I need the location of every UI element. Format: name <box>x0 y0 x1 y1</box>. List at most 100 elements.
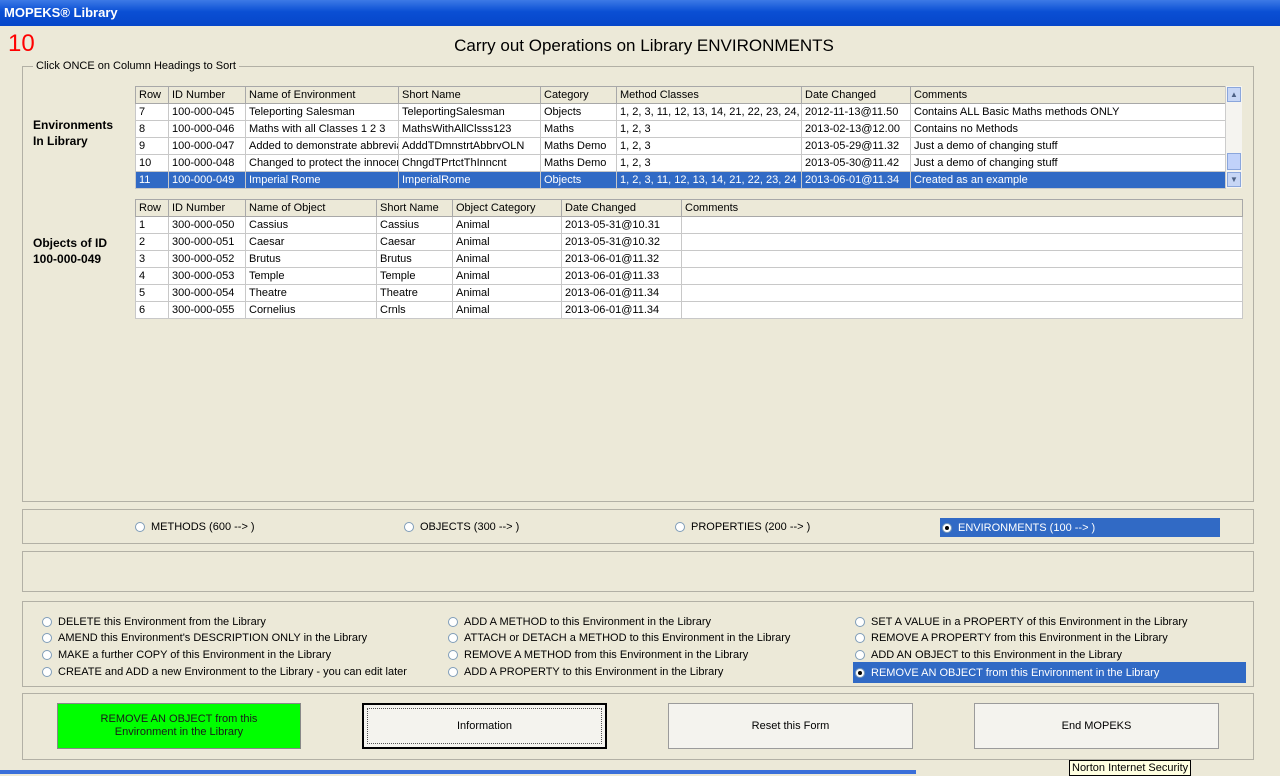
table-cell: Maths Demo <box>540 154 617 172</box>
table-cell: Temple <box>245 267 377 285</box>
table-cell: Animal <box>452 301 562 319</box>
table-cell: 300-000-051 <box>168 233 246 251</box>
table-cell <box>681 267 1243 285</box>
column-header-date-changed[interactable]: Date Changed <box>801 86 911 104</box>
table-cell: Cornelius <box>245 301 377 319</box>
column-header-name-of-object[interactable]: Name of Object <box>245 199 377 217</box>
objects-header-row: Row ID Number Name of Object Short Name … <box>135 199 1243 217</box>
radio-icon <box>855 617 865 627</box>
remove-object-action-button[interactable]: REMOVE AN OBJECT from this Environment i… <box>57 703 301 749</box>
op-create-environment[interactable]: CREATE and ADD a new Environment to the … <box>42 664 407 680</box>
op-add-method[interactable]: ADD A METHOD to this Environment in the … <box>448 614 711 630</box>
table-cell: Caesar <box>376 233 453 251</box>
column-header-short-name[interactable]: Short Name <box>376 199 453 217</box>
table-cell: 2013-06-01@11.34 <box>561 284 682 302</box>
environments-label-line2: In Library <box>33 134 88 148</box>
column-header-comments[interactable]: Comments <box>910 86 1226 104</box>
op-set-property-value[interactable]: SET A VALUE in a PROPERTY of this Enviro… <box>855 614 1188 630</box>
table-cell: TeleportingSalesman <box>398 103 541 121</box>
scroll-thumb[interactable] <box>1227 153 1241 170</box>
column-header-row[interactable]: Row <box>135 199 169 217</box>
table-cell: Caesar <box>245 233 377 251</box>
radio-environments[interactable]: ENVIRONMENTS (100 --> ) <box>940 518 1220 537</box>
radio-icon <box>42 667 52 677</box>
table-cell: 300-000-053 <box>168 267 246 285</box>
table-row[interactable]: 5 300-000-054 Theatre Theatre Animal 2013-06-… <box>135 284 1243 302</box>
radio-label: REMOVE AN OBJECT from this Environment i… <box>871 666 1160 679</box>
table-row[interactable]: 8 100-000-046 Maths with all Classes 1 2 3… <box>135 120 1226 138</box>
column-header-category[interactable]: Category <box>540 86 617 104</box>
table-row[interactable]: 6 300-000-055 Cornelius Crnls Animal 2013-06-… <box>135 301 1243 319</box>
op-remove-property[interactable]: REMOVE A PROPERTY from this Environment … <box>855 630 1168 646</box>
table-row[interactable]: 7 100-000-045 Teleporting Salesman Teleport… <box>135 103 1226 121</box>
table-cell: Animal <box>452 216 562 234</box>
table-row[interactable]: 3 300-000-052 Brutus Brutus Animal 2013-06-01… <box>135 250 1243 268</box>
reset-form-button[interactable]: Reset this Form <box>668 703 913 749</box>
table-cell: 1, 2, 3 <box>616 120 802 138</box>
table-cell: Just a demo of changing stuff <box>910 137 1226 155</box>
table-cell: Cassius <box>376 216 453 234</box>
environments-table[interactable]: Row ID Number Name of Environment Short … <box>135 86 1226 189</box>
table-row[interactable]: 2 300-000-051 Caesar Caesar Animal 2013-05-31… <box>135 233 1243 251</box>
table-row[interactable]: 4 300-000-053 Temple Temple Animal 2013-06-01… <box>135 267 1243 285</box>
objects-label-line2: 100-000-049 <box>33 252 102 266</box>
table-cell: 300-000-050 <box>168 216 246 234</box>
radio-label: PROPERTIES (200 --> ) <box>691 521 811 533</box>
radio-properties[interactable]: PROPERTIES (200 --> ) <box>675 519 810 535</box>
table-cell: 300-000-054 <box>168 284 246 302</box>
op-amend-description[interactable]: AMEND this Environment's DESCRIPTION ONL… <box>42 630 367 646</box>
scroll-down-icon[interactable]: ▼ <box>1227 172 1241 187</box>
table-cell: Animal <box>452 250 562 268</box>
window-title-bar: MOPEKS® Library <box>0 0 1280 26</box>
table-cell: 5 <box>135 284 169 302</box>
table-cell: 2013-05-30@11.42 <box>801 154 911 172</box>
radio-icon <box>448 633 458 643</box>
table-cell: Objects <box>540 103 617 121</box>
op-delete-environment[interactable]: DELETE this Environment from the Library <box>42 614 266 630</box>
op-make-copy[interactable]: MAKE a further COPY of this Environment … <box>42 647 331 663</box>
column-header-id-number[interactable]: ID Number <box>168 86 246 104</box>
op-add-object[interactable]: ADD AN OBJECT to this Environment in the… <box>855 647 1122 663</box>
table-cell: ImperialRome <box>398 171 541 189</box>
taskbar-strip <box>0 770 916 774</box>
column-header-comments[interactable]: Comments <box>681 199 1243 217</box>
objects-table[interactable]: Row ID Number Name of Object Short Name … <box>135 199 1243 319</box>
table-cell: 100-000-049 <box>168 171 246 189</box>
radio-methods[interactable]: METHODS (600 --> ) <box>135 519 255 535</box>
page-title: Carry out Operations on Library ENVIRONM… <box>454 36 834 55</box>
information-button[interactable]: Information <box>362 703 607 749</box>
column-header-short-name[interactable]: Short Name <box>398 86 541 104</box>
column-header-id-number[interactable]: ID Number <box>168 199 246 217</box>
table-cell: MathsWithAllClsss123 <box>398 120 541 138</box>
scroll-up-icon[interactable]: ▲ <box>1227 87 1241 102</box>
table-cell: 2013-05-29@11.32 <box>801 137 911 155</box>
radio-objects[interactable]: OBJECTS (300 --> ) <box>404 519 519 535</box>
table-row[interactable]: 9 100-000-047 Added to demonstrate abbrevi… <box>135 137 1226 155</box>
op-add-property[interactable]: ADD A PROPERTY to this Environment in th… <box>448 664 723 680</box>
table-cell: 100-000-046 <box>168 120 246 138</box>
radio-label: ADD AN OBJECT to this Environment in the… <box>871 649 1123 661</box>
table-cell: 1, 2, 3, 11, 12, 13, 14, 21, 22, 23, 24, <box>616 103 802 121</box>
column-header-date-changed[interactable]: Date Changed <box>561 199 682 217</box>
table-cell: Objects <box>540 171 617 189</box>
radio-icon <box>42 617 52 627</box>
op-remove-method[interactable]: REMOVE A METHOD from this Environment in… <box>448 647 748 663</box>
end-mopeks-button[interactable]: End MOPEKS <box>974 703 1219 749</box>
column-header-object-category[interactable]: Object Category <box>452 199 562 217</box>
environments-scrollbar[interactable]: ▲ ▼ <box>1225 86 1242 188</box>
radio-icon <box>448 650 458 660</box>
column-header-name[interactable]: Name of Environment <box>245 86 399 104</box>
table-cell: Changed to protect the innocen <box>245 154 399 172</box>
table-row-selected[interactable]: 11 100-000-049 Imperial Rome ImperialRome Ob… <box>135 171 1226 189</box>
column-header-row[interactable]: Row <box>135 86 169 104</box>
op-attach-detach-method[interactable]: ATTACH or DETACH a METHOD to this Enviro… <box>448 630 790 646</box>
table-cell: Added to demonstrate abbrevia <box>245 137 399 155</box>
table-cell: Cassius <box>245 216 377 234</box>
table-cell: 2013-06-01@11.34 <box>561 301 682 319</box>
table-cell: Brutus <box>245 250 377 268</box>
op-remove-object[interactable]: REMOVE AN OBJECT from this Environment i… <box>853 662 1246 683</box>
column-header-method-classes[interactable]: Method Classes <box>616 86 802 104</box>
radio-icon <box>855 633 865 643</box>
table-row[interactable]: 1 300-000-050 Cassius Cassius Animal 2013-05-… <box>135 216 1243 234</box>
table-row[interactable]: 10 100-000-048 Changed to protect the inno… <box>135 154 1226 172</box>
